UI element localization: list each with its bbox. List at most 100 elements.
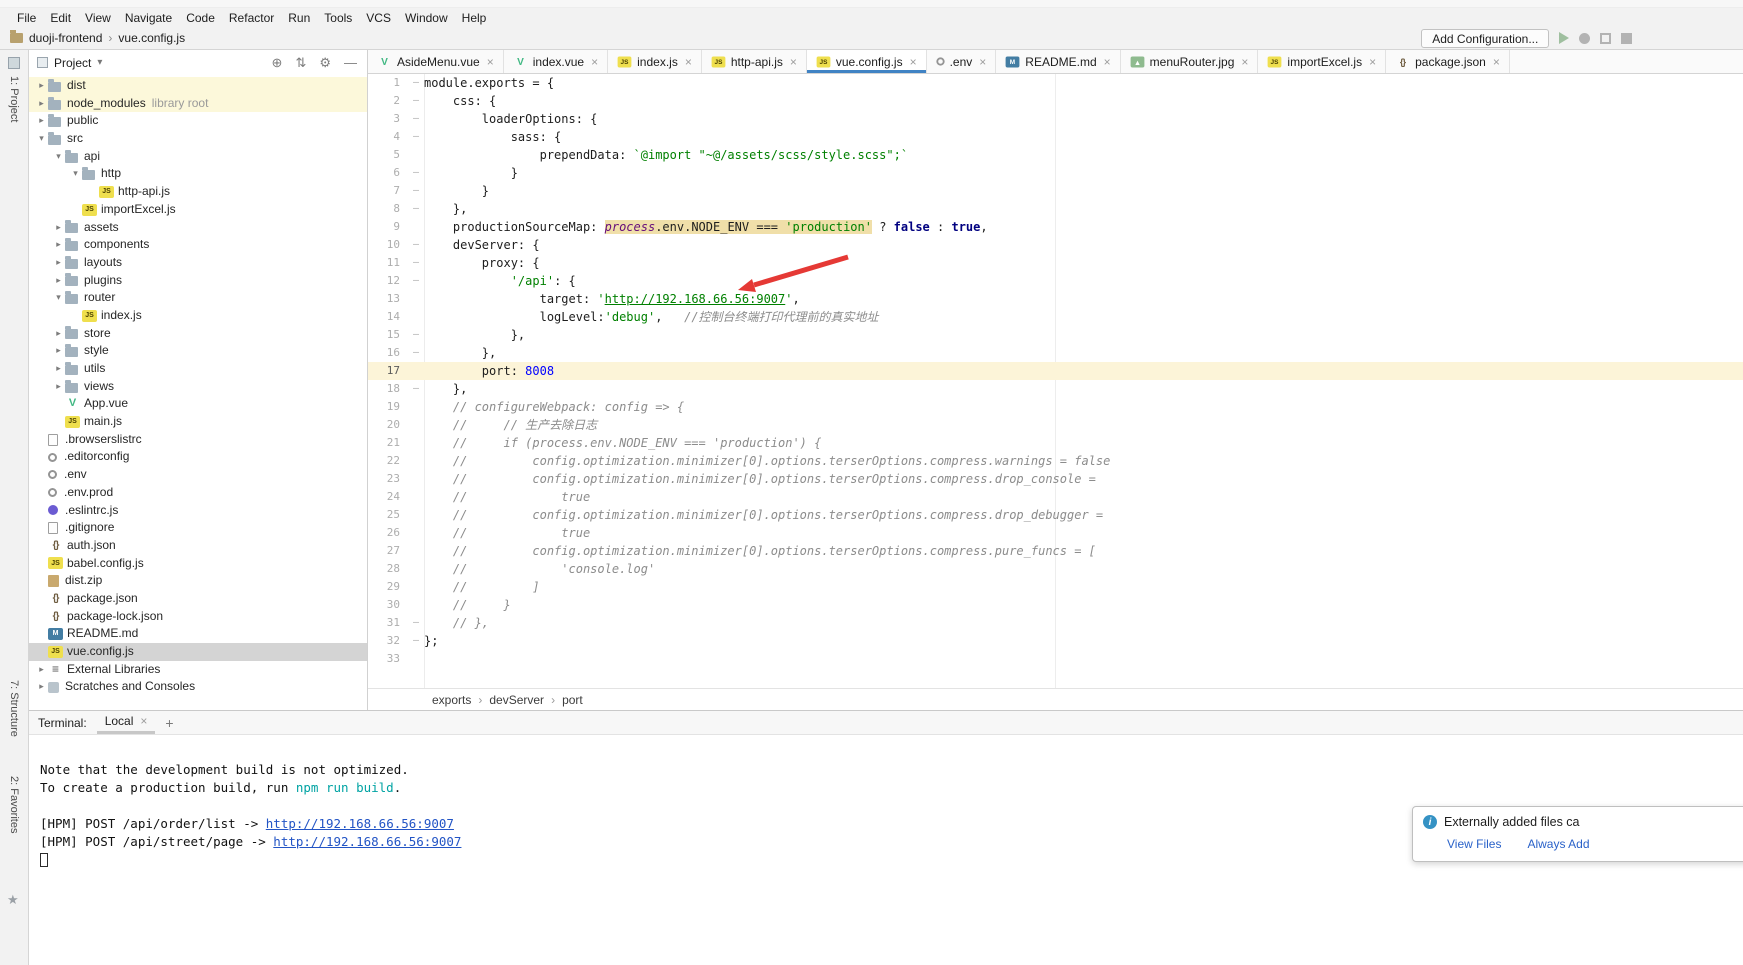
close-icon[interactable]: × xyxy=(1493,55,1500,69)
close-icon[interactable]: × xyxy=(910,55,917,69)
close-icon[interactable]: × xyxy=(979,55,986,69)
tree-item-store[interactable]: ▸store xyxy=(29,325,367,343)
fold-marker-icon[interactable]: – xyxy=(408,110,424,128)
tree-item-utils[interactable]: ▸utils xyxy=(29,360,367,378)
tree-item-views[interactable]: ▸views xyxy=(29,378,367,396)
gear-icon[interactable]: ⚙ xyxy=(319,55,331,71)
tab-menuRouter.jpg[interactable]: ▲menuRouter.jpg× xyxy=(1121,50,1259,73)
menu-help[interactable]: Help xyxy=(455,9,494,27)
tree-item-dist.zip[interactable]: dist.zip xyxy=(29,572,367,590)
breadcrumb-project[interactable]: duoji-frontend xyxy=(29,31,102,45)
fold-marker-icon[interactable]: – xyxy=(408,92,424,110)
tree-item-App.vue[interactable]: VApp.vue xyxy=(29,395,367,413)
tool-strip-structure[interactable]: 7: Structure xyxy=(8,680,20,737)
menu-refactor[interactable]: Refactor xyxy=(222,9,281,27)
menu-tools[interactable]: Tools xyxy=(317,9,359,27)
tool-strip-favorites[interactable]: 2: Favorites xyxy=(8,776,20,833)
terminal-tab-local[interactable]: Local × xyxy=(97,711,156,734)
chevron-right-icon[interactable]: ▸ xyxy=(35,112,48,130)
close-icon[interactable]: × xyxy=(1369,55,1376,69)
fold-marker-icon[interactable]: – xyxy=(408,632,424,650)
tree-item-public[interactable]: ▸public xyxy=(29,112,367,130)
tree-item-src[interactable]: ▾src xyxy=(29,130,367,148)
chevron-down-icon[interactable]: ▾ xyxy=(52,148,65,166)
tree-item-.eslintrc.js[interactable]: .eslintrc.js xyxy=(29,502,367,520)
tree-item-.env.prod[interactable]: .env.prod xyxy=(29,484,367,502)
chevron-right-icon[interactable]: ▸ xyxy=(52,342,65,360)
fold-marker-icon[interactable]: – xyxy=(408,254,424,272)
chevron-right-icon[interactable]: ▸ xyxy=(35,678,48,696)
fold-marker-icon[interactable]: – xyxy=(408,128,424,146)
tree-item-node_modules[interactable]: ▸node_moduleslibrary root xyxy=(29,95,367,113)
tree-item-package.json[interactable]: {}package.json xyxy=(29,590,367,608)
fold-marker-icon[interactable]: – xyxy=(408,344,424,362)
tree-item-.gitignore[interactable]: .gitignore xyxy=(29,519,367,537)
tree-item-vue.config.js[interactable]: JSvue.config.js xyxy=(29,643,367,661)
tab-importExcel.js[interactable]: JSimportExcel.js× xyxy=(1258,50,1386,73)
tree-item-router[interactable]: ▾router xyxy=(29,289,367,307)
chevron-right-icon[interactable]: ▸ xyxy=(52,378,65,396)
tree-item-http-api.js[interactable]: JShttp-api.js xyxy=(29,183,367,201)
chevron-right-icon[interactable]: ▸ xyxy=(52,254,65,272)
close-icon[interactable]: × xyxy=(487,55,494,69)
chevron-right-icon[interactable]: ▸ xyxy=(52,236,65,254)
fold-marker-icon[interactable]: – xyxy=(408,74,424,92)
favorites-star-icon[interactable]: ★ xyxy=(7,892,19,908)
hide-panel-icon[interactable]: — xyxy=(344,55,357,71)
chevron-right-icon[interactable]: ▸ xyxy=(35,661,48,679)
notification-action-view-files[interactable]: View Files xyxy=(1447,837,1501,851)
breadcrumb-devServer[interactable]: devServer xyxy=(489,693,544,707)
breadcrumb-port[interactable]: port xyxy=(562,693,583,707)
tree-item-style[interactable]: ▸style xyxy=(29,342,367,360)
tree-item-package-lock.json[interactable]: {}package-lock.json xyxy=(29,608,367,626)
close-icon[interactable]: × xyxy=(140,714,147,728)
tree-item-Scratches and Consoles[interactable]: ▸Scratches and Consoles xyxy=(29,678,367,696)
locate-file-icon[interactable]: ⊕ xyxy=(272,55,283,71)
tab-AsideMenu.vue[interactable]: VAsideMenu.vue× xyxy=(368,50,504,73)
chevron-right-icon[interactable]: ▸ xyxy=(35,95,48,113)
chevron-right-icon[interactable]: ▸ xyxy=(35,77,48,95)
chevron-down-icon[interactable]: ▾ xyxy=(52,289,65,307)
fold-marker-icon[interactable]: – xyxy=(408,380,424,398)
tree-item-.editorconfig[interactable]: .editorconfig xyxy=(29,448,367,466)
close-icon[interactable]: × xyxy=(1104,55,1111,69)
tool-strip-project[interactable]: 1: Project xyxy=(8,76,20,122)
fold-marker-icon[interactable]: – xyxy=(408,200,424,218)
close-icon[interactable]: × xyxy=(1241,55,1248,69)
fold-marker-icon[interactable]: – xyxy=(408,164,424,182)
project-tool-window-icon[interactable] xyxy=(8,57,20,69)
stop-icon[interactable] xyxy=(1621,33,1632,44)
tree-item-README.md[interactable]: MREADME.md xyxy=(29,625,367,643)
tree-item-babel.config.js[interactable]: JSbabel.config.js xyxy=(29,555,367,573)
close-icon[interactable]: × xyxy=(790,55,797,69)
tree-item-importExcel.js[interactable]: JSimportExcel.js xyxy=(29,201,367,219)
fold-marker-icon[interactable]: – xyxy=(408,326,424,344)
tab-index.vue[interactable]: Vindex.vue× xyxy=(504,50,608,73)
tree-item-api[interactable]: ▾api xyxy=(29,148,367,166)
tree-item-http[interactable]: ▾http xyxy=(29,165,367,183)
tab-vue.config.js[interactable]: JSvue.config.js× xyxy=(807,50,927,73)
tree-item-.browserslistrc[interactable]: .browserslistrc xyxy=(29,431,367,449)
debug-icon[interactable] xyxy=(1579,33,1590,44)
fold-marker-icon[interactable]: – xyxy=(408,614,424,632)
menu-window[interactable]: Window xyxy=(398,9,455,27)
notification-action-always-add[interactable]: Always Add xyxy=(1527,837,1589,851)
fold-marker-icon[interactable]: – xyxy=(408,236,424,254)
tree-item-layouts[interactable]: ▸layouts xyxy=(29,254,367,272)
tree-item-main.js[interactable]: JSmain.js xyxy=(29,413,367,431)
tab-.env[interactable]: .env× xyxy=(927,50,997,73)
tree-item-index.js[interactable]: JSindex.js xyxy=(29,307,367,325)
project-panel-title[interactable]: Project xyxy=(54,56,91,70)
tree-item-External Libraries[interactable]: ▸≡External Libraries xyxy=(29,661,367,679)
chevron-down-icon[interactable]: ▾ xyxy=(35,130,48,148)
terminal-link[interactable]: http://192.168.66.56:9007 xyxy=(273,834,461,849)
tab-README.md[interactable]: MREADME.md× xyxy=(996,50,1120,73)
chevron-right-icon[interactable]: ▸ xyxy=(52,272,65,290)
tree-item-plugins[interactable]: ▸plugins xyxy=(29,272,367,290)
tab-http-api.js[interactable]: JShttp-api.js× xyxy=(702,50,807,73)
menu-navigate[interactable]: Navigate xyxy=(118,9,179,27)
menu-run[interactable]: Run xyxy=(281,9,317,27)
add-configuration-button[interactable]: Add Configuration... xyxy=(1421,29,1549,48)
tree-item-assets[interactable]: ▸assets xyxy=(29,219,367,237)
chevron-right-icon[interactable]: ▸ xyxy=(52,325,65,343)
